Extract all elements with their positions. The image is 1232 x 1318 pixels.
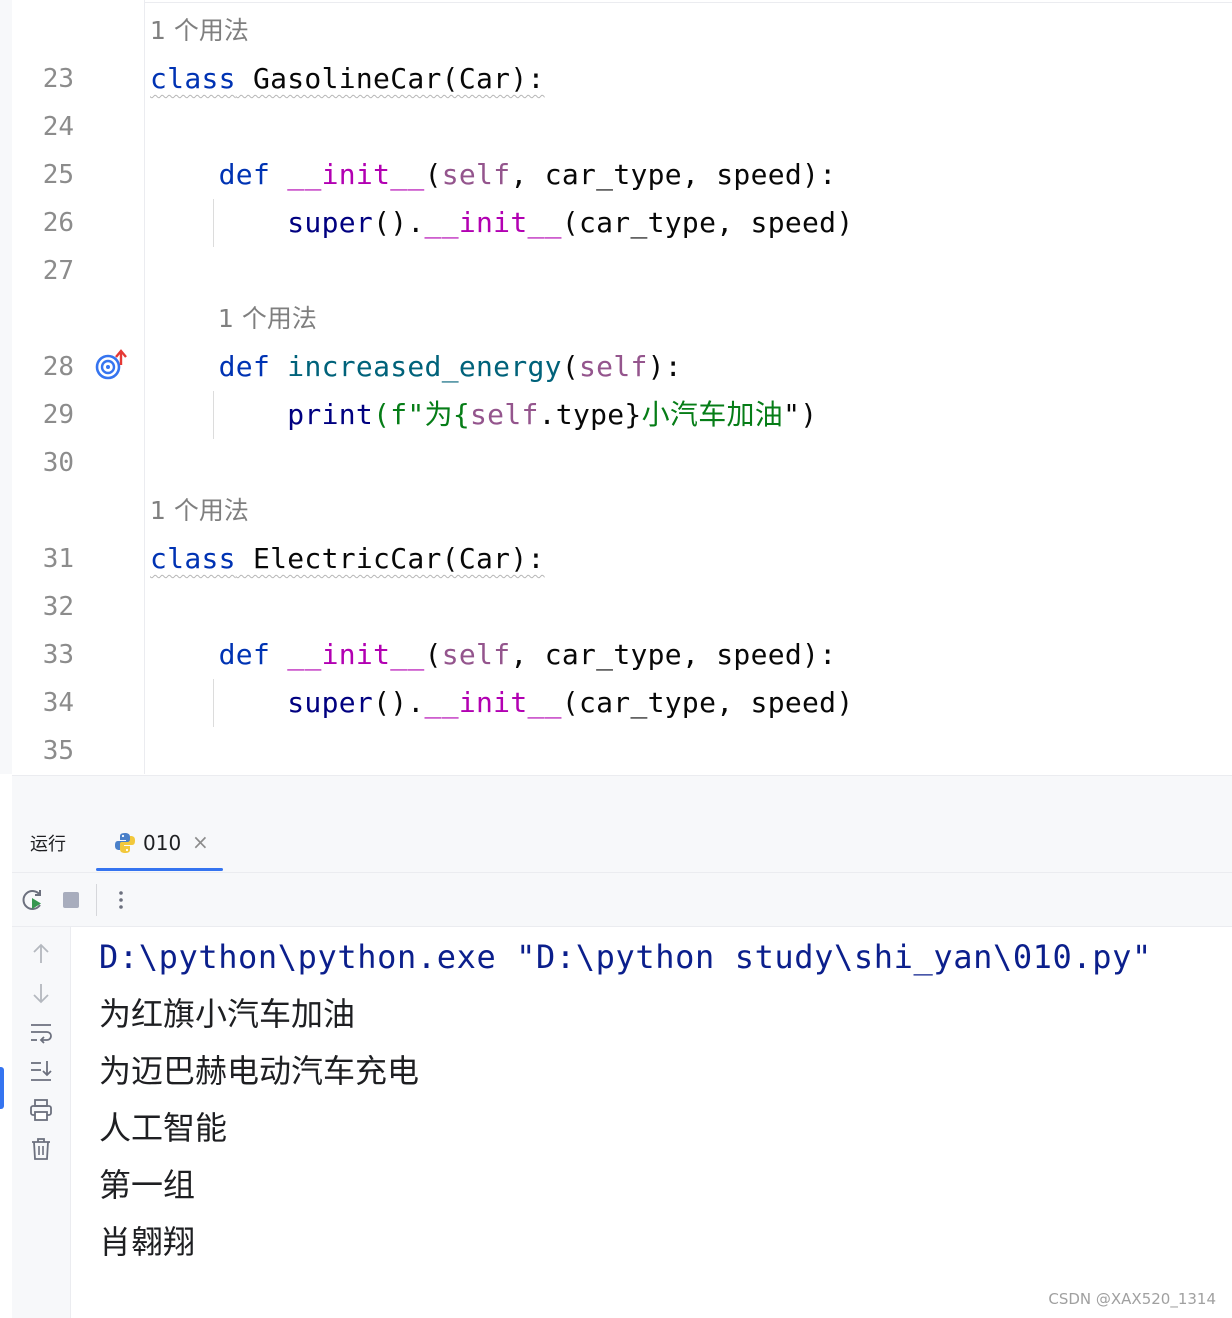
soft-wrap-icon[interactable] [28, 1019, 54, 1045]
paren: ( [424, 158, 442, 191]
class-declaration: GasolineCar(Car): [235, 62, 545, 95]
watermark: CSDN @XAX520_1314 [1048, 1290, 1216, 1308]
editor-top-border [12, 2, 1232, 3]
console-command-line: D:\python\python.exe "D:\python study\sh… [99, 938, 1152, 976]
override-target-icon[interactable] [94, 349, 128, 383]
params: ): [647, 350, 682, 383]
args: (car_type, speed) [561, 206, 854, 239]
console-side-toolbar [0, 927, 71, 1318]
stop-icon[interactable] [58, 887, 84, 913]
code-line-25[interactable]: def __init__(self, car_type, speed): [150, 151, 836, 199]
dunder-method: __init__ [287, 638, 425, 671]
code-text: (). [373, 686, 425, 719]
paren: ( [561, 350, 579, 383]
close-icon[interactable]: × [192, 830, 209, 854]
dunder-method: __init__ [287, 158, 425, 191]
line-number: 27 [42, 256, 74, 286]
keyword: class [150, 62, 236, 95]
keyword: class [150, 542, 236, 575]
code-line-23[interactable]: class GasolineCar(Car): [150, 55, 545, 103]
console-output-line: 人工智能 [99, 1109, 228, 1147]
more-icon[interactable] [108, 887, 134, 913]
line-number: 34 [42, 688, 74, 718]
line-number-gutter[interactable]: 23 24 25 26 27 28 29 30 31 32 33 34 35 [12, 0, 145, 774]
line-number: 31 [42, 544, 74, 574]
builtin: super [287, 686, 374, 719]
keyword: def [218, 638, 271, 671]
paren: ( [424, 638, 442, 671]
attribute: .type} [538, 398, 642, 431]
params: , car_type, speed): [510, 638, 837, 671]
usage-hint[interactable]: 1 个用法 [150, 7, 249, 55]
self-param: self [441, 638, 511, 671]
console-output-line: 为迈巴赫电动汽车充电 [99, 1052, 420, 1090]
line-number: 23 [42, 64, 74, 94]
self-param: self [470, 398, 539, 431]
line-number: 24 [42, 112, 74, 142]
run-panel-title: 运行 [30, 834, 66, 855]
line-number: 35 [42, 736, 74, 766]
tab-run-010[interactable]: 010 × [96, 824, 223, 872]
console-output-line: 为红旗小汽车加油 [99, 995, 356, 1033]
code-line-29[interactable]: print(f"为{self.type}小汽车加油") [150, 391, 817, 439]
rerun-icon[interactable] [20, 887, 46, 913]
line-number: 29 [42, 400, 74, 430]
line-number: 25 [42, 160, 74, 190]
code-editor[interactable]: 23 24 25 26 27 28 29 30 31 32 33 34 35 1… [0, 0, 1232, 774]
print-icon[interactable] [28, 1097, 54, 1123]
code-text: (). [373, 206, 425, 239]
keyword: def [218, 158, 271, 191]
active-tab-indicator [96, 868, 223, 871]
console-output-line: 第一组 [99, 1166, 196, 1204]
code-line-28[interactable]: def increased_energy(self): [150, 343, 682, 391]
line-number: 28 [42, 352, 74, 382]
scroll-up-icon[interactable] [28, 941, 54, 967]
params: , car_type, speed): [510, 158, 837, 191]
usage-hint[interactable]: 1 个用法 [218, 295, 317, 343]
fstring-open: (f"为{ [373, 398, 470, 431]
string-literal: 小汽车加油 [641, 398, 784, 431]
panel-splitter[interactable] [12, 775, 1232, 811]
self-param: self [579, 350, 648, 383]
toolbar-separator [96, 884, 97, 916]
console-output-line: 肖翱翔 [99, 1223, 196, 1261]
dunder-method: __init__ [424, 686, 562, 719]
fstring-close: ") [783, 398, 818, 431]
builtin: print [287, 398, 374, 431]
builtin: super [287, 206, 374, 239]
tab-label: 010 [143, 831, 182, 855]
run-tool-window: 运行 010 × D:\python\python.exe "D:\python… [0, 810, 1232, 1318]
code-line-31[interactable]: class ElectricCar(Car): [150, 535, 545, 583]
line-number: 33 [42, 640, 74, 670]
args: (car_type, speed) [561, 686, 854, 719]
scroll-to-end-icon[interactable] [28, 1058, 54, 1084]
function-name: increased_energy [287, 350, 562, 383]
usage-hint[interactable]: 1 个用法 [150, 487, 249, 535]
code-line-34[interactable]: super().__init__(car_type, speed) [150, 679, 854, 727]
python-icon [115, 833, 135, 853]
console-output[interactable]: D:\python\python.exe "D:\python study\sh… [71, 927, 1232, 1318]
code-line-33[interactable]: def __init__(self, car_type, speed): [150, 631, 836, 679]
line-number: 30 [42, 448, 74, 478]
tab-bar-border [12, 872, 1232, 873]
code-line-26[interactable]: super().__init__(car_type, speed) [150, 199, 854, 247]
line-number: 32 [42, 592, 74, 622]
keyword: def [218, 350, 271, 383]
class-declaration: ElectricCar(Car): [235, 542, 545, 575]
self-param: self [441, 158, 511, 191]
focus-indicator [0, 1067, 4, 1109]
line-number: 26 [42, 208, 74, 238]
trash-icon[interactable] [28, 1136, 54, 1162]
dunder-method: __init__ [424, 206, 562, 239]
scroll-down-icon[interactable] [28, 980, 54, 1006]
